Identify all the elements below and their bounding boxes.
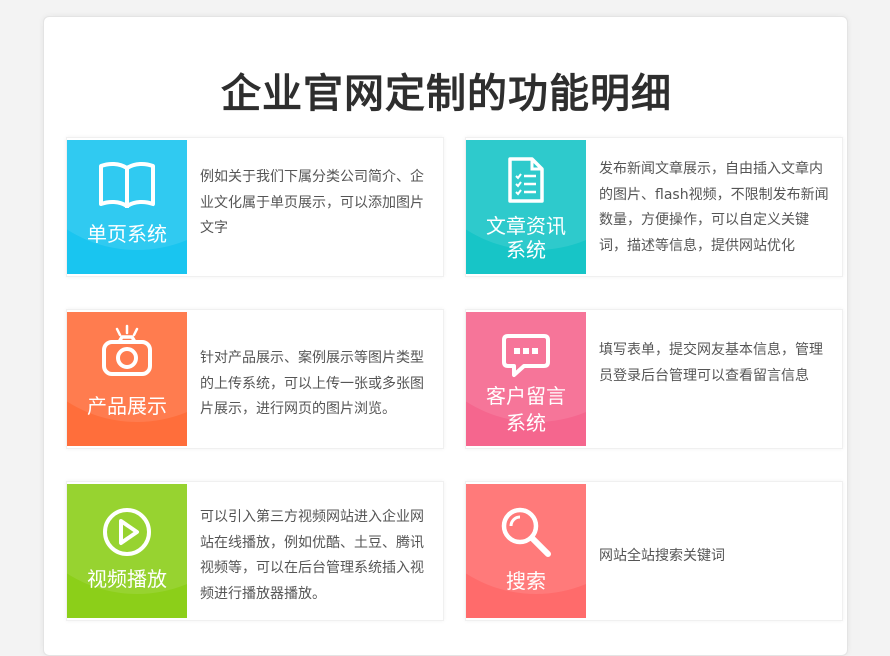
feature-title: 视频播放 [87,567,167,591]
feature-card-product-display[interactable]: 产品展示 针对产品展示、案例展示等图片类型的上传系统，可以上传一张或多张图片展示… [66,309,444,449]
feature-tile: 产品展示 [67,312,187,446]
feature-tile: 视频播放 [67,484,187,618]
feature-title-line1: 客户留言 [486,384,566,408]
page-title: 企业官网定制的功能明细 [221,71,672,117]
feature-card-search[interactable]: 搜索 网站全站搜索关键词 [465,481,843,621]
feature-card-guestbook[interactable]: 客户留言 系统 填写表单，提交网友基本信息，管理员登录后台管理可以查看留言信息 [465,309,843,449]
feature-description: 网站全站搜索关键词 [599,548,725,564]
feature-card-article-system[interactable]: 文章资讯 系统 发布新闻文章展示，自由插入文章内的图片、flash视频，不限制发… [465,137,843,277]
search-icon [501,507,551,557]
feature-title-line2: 系统 [506,411,546,435]
feature-description: 填写表单，提交网友基本信息，管理员登录后台管理可以查看留言信息 [599,342,823,384]
feature-tile: 文章资讯 系统 [466,140,586,274]
chat-bubble-icon [502,334,550,377]
feature-description: 发布新闻文章展示，自由插入文章内的图片、flash视频，不限制发布新闻数量，方便… [599,161,829,254]
feature-tile: 搜索 [466,484,586,618]
feature-title: 产品展示 [87,394,167,418]
feature-description: 例如关于我们下属分类公司简介、企业文化属于单页展示，可以添加图片文字 [200,169,424,236]
feature-title: 单页系统 [87,222,167,246]
feature-title: 搜索 [506,569,546,593]
feature-panel: 企业官网定制的功能明细 单页系统 例如关于我们下属分类公司简介、企业文化属于单页… [43,16,848,656]
feature-card-video[interactable]: 视频播放 可以引入第三方视频网站进入企业网站在线播放，例如优酷、土豆、腾讯视频等… [66,481,444,621]
feature-tile: 客户留言 系统 [466,312,586,446]
feature-title-line2: 系统 [506,238,546,262]
feature-description: 可以引入第三方视频网站进入企业网站在线播放，例如优酷、土豆、腾讯视频等，可以在后… [200,509,424,602]
feature-card-single-page[interactable]: 单页系统 例如关于我们下属分类公司简介、企业文化属于单页展示，可以添加图片文字 [66,137,444,277]
feature-description: 针对产品展示、案例展示等图片类型的上传系统，可以上传一张或多张图片展示，进行网页… [200,350,424,417]
feature-title-line1: 文章资讯 [486,214,566,238]
feature-tile: 单页系统 [67,140,187,274]
book-icon [99,161,155,208]
document-list-icon [508,157,544,203]
camera-icon [102,324,152,376]
play-icon [103,508,151,556]
